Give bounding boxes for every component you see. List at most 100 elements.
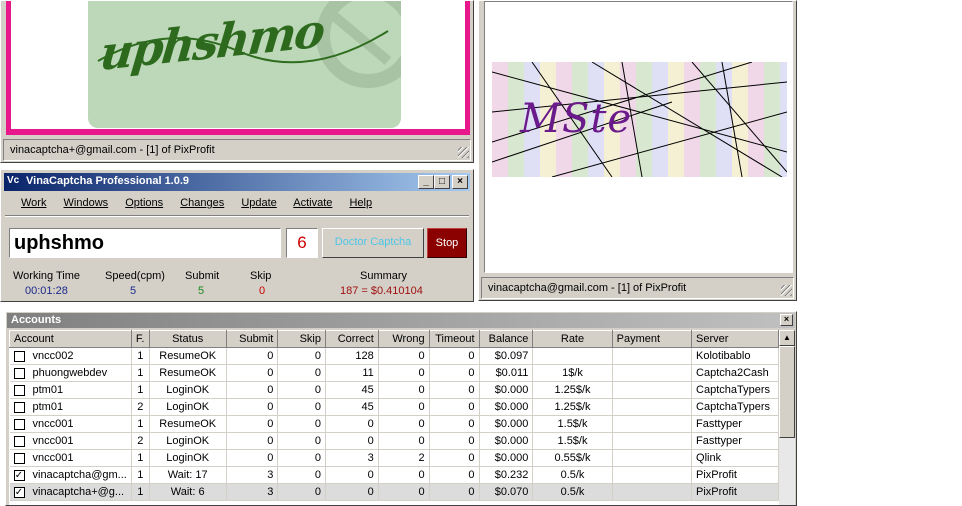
menu-changes[interactable]: Changes (180, 197, 224, 209)
menu-options[interactable]: Options (125, 197, 163, 209)
status-cell-text: LoginOK (166, 435, 210, 447)
checkbox-icon[interactable] (13, 435, 25, 447)
f-cell: 1 (131, 381, 150, 399)
table-row[interactable]: ✓ vinacaptcha+@g... 1 Wait: 6 3 0 0 0 0 $0.070 0.5… (9, 483, 779, 501)
scroll-thumb[interactable] (779, 346, 795, 438)
submit-cell: 0 (226, 347, 279, 365)
correct-cell: 128 (325, 347, 379, 365)
column-header-rate[interactable]: Rate (532, 330, 613, 348)
rate-cell: 0.55$/k (532, 449, 613, 467)
menu-activate[interactable]: Activate (293, 197, 332, 209)
resize-grip-icon[interactable] (781, 285, 792, 296)
table-row[interactable]: vncc001 2 LoginOK 0 0 0 0 0 $0.000 1.5$/k Fasttype… (9, 432, 779, 450)
left-panel-status-text: vinacaptcha+@gmail.com - [1] of PixProfi… (10, 144, 215, 156)
doctor-captcha-button[interactable]: Doctor Captcha (322, 228, 424, 258)
column-header-submit[interactable]: Submit (225, 330, 279, 348)
table-row[interactable]: ptm01 2 LoginOK 0 0 45 0 0 $0.000 1.25$/k CaptchaT… (9, 398, 779, 416)
column-header-server[interactable]: Server (691, 330, 779, 348)
submit-cell: 0 (226, 449, 279, 467)
column-header-balance[interactable]: Balance (478, 330, 534, 348)
status-cell-text: LoginOK (166, 401, 210, 413)
f-cell-text: 1 (137, 350, 144, 362)
table-row[interactable]: vncc001 1 LoginOK 0 0 3 2 0 $0.000 0.55$/k Qlink (9, 449, 779, 467)
maximize-icon[interactable]: □ (434, 175, 450, 189)
payment-cell (612, 415, 693, 433)
server-cell-text: PixProfit (696, 469, 737, 481)
skip-cell-text: 0 (314, 401, 321, 413)
menu-work[interactable]: Work (21, 197, 46, 209)
account-cell-text: vinacaptcha@gm... (32, 469, 127, 481)
menu-update[interactable]: Update (241, 197, 276, 209)
status-cell: Wait: 17 (149, 466, 227, 484)
status-cell-text: LoginOK (166, 452, 210, 464)
accounts-scrollbar[interactable]: ▲ (779, 330, 795, 505)
wrong-cell-text: 0 (418, 384, 425, 396)
captcha-frame: uphshmo (6, 1, 470, 135)
title-bar[interactable]: Vc VinaCaptcha Professional 1.0.9 _ □ × (4, 173, 470, 191)
close-icon[interactable]: × (452, 175, 468, 189)
submit-cell-text: 0 (267, 384, 274, 396)
checkbox-icon[interactable] (13, 418, 25, 430)
submit-cell-text: 0 (267, 435, 274, 447)
minimize-icon[interactable]: _ (418, 175, 434, 189)
skip-cell-text: 0 (314, 469, 321, 481)
correct-cell-text: 0 (367, 486, 374, 498)
column-header-account[interactable]: Account (9, 330, 132, 348)
accounts-title-bar: Accounts × (7, 313, 795, 328)
checkbox-icon[interactable] (13, 452, 25, 464)
skip-cell: 0 (277, 364, 326, 382)
table-row[interactable]: vncc001 1 ResumeOK 0 0 0 0 0 $0.000 1.5$/k Fasttyp… (9, 415, 779, 433)
submit-cell: 0 (226, 364, 279, 382)
submit-cell: 0 (226, 398, 279, 416)
column-header-f[interactable]: F. (130, 330, 150, 348)
wrong-cell: 0 (378, 466, 430, 484)
server-cell: Captcha2Cash (691, 364, 779, 382)
right-panel-status-text: vinacaptcha@gmail.com - [1] of PixProfit (488, 282, 687, 294)
checkbox-icon[interactable] (13, 367, 25, 379)
correct-cell: 0 (325, 466, 379, 484)
timeout-cell-text: 0 (468, 418, 475, 430)
column-header-correct[interactable]: Correct (324, 330, 379, 348)
accounts-header-row: Account F. Status Submit Skip Correct Wr… (9, 330, 779, 348)
column-header-timeout[interactable]: Timeout (428, 330, 480, 348)
checkbox-icon[interactable] (13, 384, 25, 396)
checkbox-checked-icon[interactable]: ✓ (13, 469, 25, 481)
account-cell-text: vncc001 (32, 435, 74, 447)
balance-cell-text: $0.097 (494, 350, 529, 362)
table-row[interactable]: ptm01 1 LoginOK 0 0 45 0 0 $0.000 1.25$/k CaptchaT… (9, 381, 779, 399)
timeout-cell: 0 (429, 432, 480, 450)
status-cell-text: Wait: 6 (170, 486, 205, 498)
table-row[interactable]: phuongwebdev 1 ResumeOK 0 0 11 0 0 $0.011 1$/k Cap… (9, 364, 779, 382)
submit-cell: 3 (226, 483, 279, 501)
submit-cell: 0 (226, 381, 279, 399)
column-header-skip[interactable]: Skip (277, 330, 326, 348)
server-cell: CaptchaTypers (691, 381, 779, 399)
table-row[interactable]: ✓ vinacaptcha@gm... 1 Wait: 17 3 0 0 0 0 $0.232 0.… (9, 466, 779, 484)
column-header-status[interactable]: Status (148, 330, 227, 348)
submit-cell: 3 (226, 466, 279, 484)
f-cell-text: 2 (137, 435, 144, 447)
checkbox-icon[interactable] (13, 350, 25, 362)
column-header-wrong[interactable]: Wrong (377, 330, 430, 348)
captcha-answer-input[interactable] (9, 228, 281, 258)
menu-help[interactable]: Help (349, 197, 372, 209)
account-cell-text: vinacaptcha+@g... (32, 486, 125, 498)
skip-cell: 0 (277, 381, 326, 399)
column-header-payment[interactable]: Payment (611, 330, 693, 348)
correct-cell-text: 128 (355, 350, 374, 362)
timeout-cell-text: 0 (468, 452, 475, 464)
captcha-image: uphshmo (88, 1, 401, 128)
checkbox-checked-icon[interactable]: ✓ (13, 486, 25, 498)
stop-button[interactable]: Stop (427, 228, 467, 258)
resize-grip-icon[interactable] (458, 147, 469, 158)
scroll-up-icon[interactable]: ▲ (779, 330, 795, 346)
server-cell-text: Qlink (696, 452, 722, 464)
correct-cell: 0 (325, 415, 379, 433)
submit-cell-text: 3 (267, 469, 274, 481)
table-row[interactable]: vncc002 1 ResumeOK 0 0 128 0 0 $0.097 Kolotibablo (9, 347, 779, 365)
f-cell-text: 1 (137, 452, 144, 464)
close-icon[interactable]: × (780, 314, 793, 326)
menu-windows[interactable]: Windows (64, 197, 109, 209)
checkbox-icon[interactable] (13, 401, 25, 413)
payment-cell (612, 466, 693, 484)
